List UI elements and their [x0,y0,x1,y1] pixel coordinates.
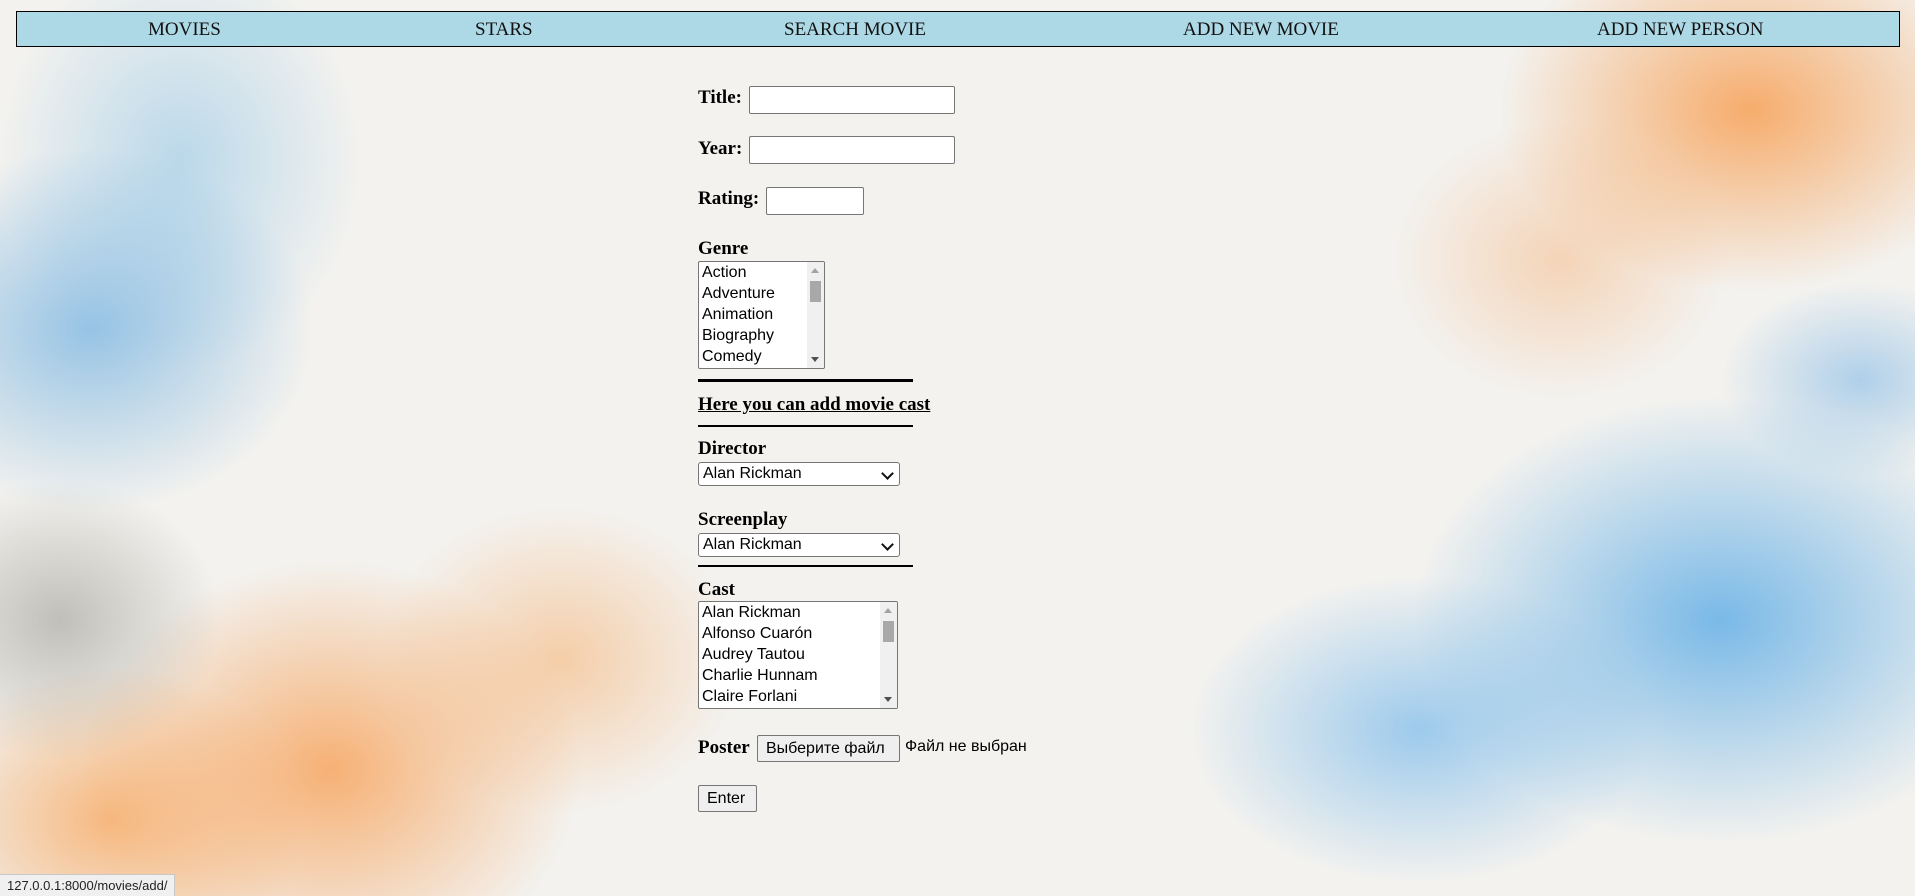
scroll-up-arrow-icon[interactable] [884,608,892,613]
genre-option[interactable]: Animation [699,304,824,325]
director-label: Director [698,438,767,459]
cast-option[interactable]: Audrey Tautou [699,644,897,665]
nav-stars-link[interactable]: STARS [475,19,533,41]
add-movie-cast-link[interactable]: Here you can add movie cast [698,394,930,416]
director-selected-value: Alan Rickman [703,465,802,482]
title-input[interactable] [749,86,955,114]
scroll-thumb[interactable] [810,281,821,302]
year-input[interactable] [749,136,955,164]
divider [698,425,913,427]
scroll-down-arrow-icon[interactable] [811,357,819,362]
cast-option[interactable]: Claire Forlani [699,686,897,707]
title-label: Title: [698,87,742,108]
status-bar-url: 127.0.0.1:8000/movies/add/ [0,874,176,896]
divider [698,565,913,567]
chevron-down-icon [881,538,894,551]
rating-input[interactable] [766,187,864,215]
top-navbar: MOVIES STARS SEARCH MOVIE ADD NEW MOVIE … [16,11,1900,47]
cast-scrollbar[interactable] [880,602,897,708]
choose-file-button[interactable]: Выберите файл [757,735,900,762]
scroll-down-arrow-icon[interactable] [884,697,892,702]
scroll-thumb[interactable] [883,621,894,642]
genre-option[interactable]: Adventure [699,283,824,304]
screenplay-selected-value: Alan Rickman [703,536,802,553]
nav-add-new-movie-link[interactable]: ADD NEW MOVIE [1183,19,1339,41]
genre-option[interactable]: Action [699,262,824,283]
genre-option[interactable]: Biography [699,325,824,346]
nav-search-movie-link[interactable]: SEARCH MOVIE [784,19,926,41]
year-label: Year: [698,138,743,159]
genre-scrollbar[interactable] [807,262,824,368]
scroll-up-arrow-icon[interactable] [811,268,819,273]
nav-movies-link[interactable]: MOVIES [148,19,221,41]
cast-option[interactable]: Alfonso Cuarón [699,623,897,644]
genre-label: Genre [698,238,749,259]
director-select[interactable]: Alan Rickman [698,462,900,486]
chevron-down-icon [881,467,894,480]
cast-option[interactable]: Charlie Hunnam [699,665,897,686]
file-status-text: Файл не выбран [905,738,1027,755]
genre-listbox[interactable]: Action Adventure Animation Biography Com… [698,261,825,369]
cast-option[interactable]: Alan Rickman [699,602,897,623]
nav-add-new-person-link[interactable]: ADD NEW PERSON [1597,19,1763,41]
divider [698,379,913,382]
poster-label: Poster [698,737,750,758]
genre-option[interactable]: Comedy [699,346,824,367]
rating-label: Rating: [698,188,760,209]
enter-button[interactable]: Enter [698,785,757,812]
cast-listbox[interactable]: Alan Rickman Alfonso Cuarón Audrey Tauto… [698,601,898,709]
screenplay-select[interactable]: Alan Rickman [698,533,900,557]
screenplay-label: Screenplay [698,509,788,530]
cast-label: Cast [698,579,735,600]
